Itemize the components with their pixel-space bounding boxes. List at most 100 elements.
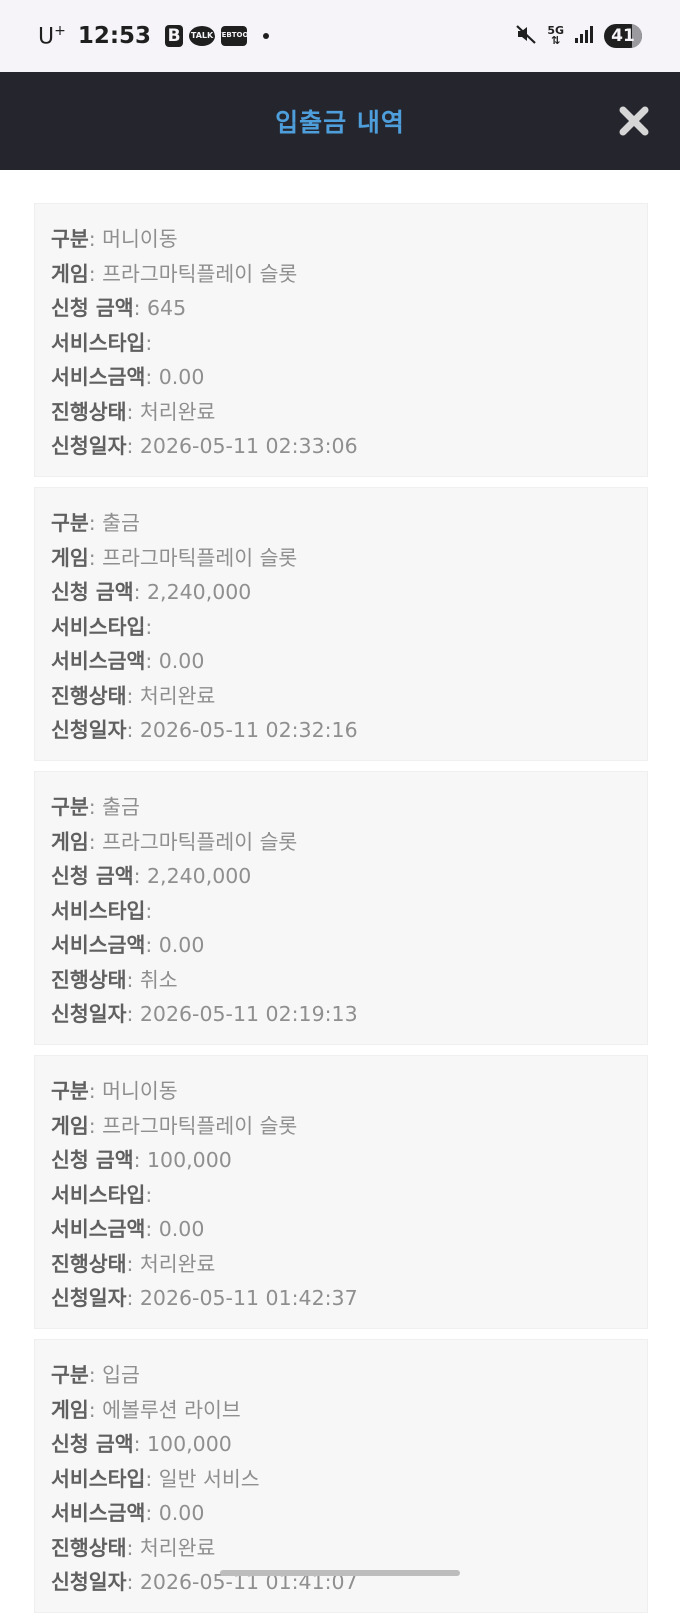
carrier-name: U (38, 24, 55, 50)
row-status: 진행상태: 처리완료 (51, 1251, 216, 1276)
signal-icon (574, 25, 594, 47)
row-amount: 신청 금액: 2,240,000 (51, 580, 252, 604)
transaction-card: 구분: 머니이동 게임: 프라그마틱플레이 슬롯 신청 금액: 100,000 … (34, 1055, 648, 1329)
network-5g-icon: 5G ⇅ (547, 25, 564, 47)
row-service-amount: 서비스금액: 0.00 (51, 649, 205, 673)
webtoon-icon: WEB TOON (214, 25, 254, 46)
value-game: 프라그마틱플레이 슬롯 (102, 545, 298, 570)
label-amount: 신청 금액 (51, 864, 134, 888)
row-date: 신청일자: 2026-05-11 02:33:06 (51, 434, 358, 458)
row-status: 진행상태: 처리완료 (51, 1535, 216, 1560)
status-bar: U+ 12:53 B TALK WEB TOON 5G ⇅ 41 (0, 0, 680, 72)
row-service-type: 서비스타입: 일반 서비스 (51, 1466, 260, 1491)
value-status: 취소 (139, 967, 178, 992)
row-service-type: 서비스타입: (51, 614, 153, 639)
row-service-type: 서비스타입: (51, 1182, 153, 1207)
network-arrows: ⇅ (551, 34, 561, 47)
label-status: 진행상태 (51, 1535, 127, 1560)
row-type: 구분: 머니이동 (51, 1079, 178, 1103)
label-service-type: 서비스타입 (51, 614, 146, 639)
label-type: 구분 (51, 1363, 89, 1387)
value-date: 2026-05-11 02:19:13 (139, 1002, 358, 1026)
close-button[interactable] (616, 103, 652, 139)
battery-icon: 41 (604, 24, 642, 48)
value-service-amount: 0.00 (158, 365, 205, 389)
value-date: 2026-05-11 01:42:37 (139, 1286, 358, 1310)
value-amount: 2,240,000 (147, 864, 252, 888)
transaction-card: 구분: 머니이동 게임: 프라그마틱플레이 슬롯 신청 금액: 645 서비스타… (34, 203, 648, 477)
label-status: 진행상태 (51, 967, 127, 992)
row-date: 신청일자: 2026-05-11 02:19:13 (51, 1002, 358, 1026)
row-game: 게임: 프라그마틱플레이 슬롯 (51, 829, 298, 854)
value-game: 프라그마틱플레이 슬롯 (102, 261, 298, 286)
label-date: 신청일자 (51, 718, 127, 742)
page-title: 입출금 내역 (275, 108, 405, 137)
value-amount: 645 (147, 296, 187, 320)
carrier-label: U+ (38, 23, 66, 49)
label-date: 신청일자 (51, 434, 127, 458)
label-service-amount: 서비스금액 (51, 1217, 146, 1241)
label-service-type: 서비스타입 (51, 330, 146, 355)
battery-level: 41 (611, 26, 635, 46)
value-status: 처리완료 (139, 399, 216, 424)
value-service-amount: 0.00 (158, 933, 205, 957)
row-status: 진행상태: 처리완료 (51, 399, 216, 424)
value-service-amount: 0.00 (158, 1501, 205, 1525)
row-status: 진행상태: 취소 (51, 967, 178, 992)
label-status: 진행상태 (51, 1251, 127, 1276)
row-game: 게임: 프라그마틱플레이 슬롯 (51, 545, 298, 570)
value-service-amount: 0.00 (158, 649, 205, 673)
value-game: 에볼루션 라이브 (102, 1397, 241, 1422)
carrier-plus: + (54, 22, 66, 39)
row-type: 구분: 출금 (51, 511, 140, 535)
label-service-amount: 서비스금액 (51, 649, 146, 673)
label-game: 게임 (51, 1113, 89, 1138)
row-type: 구분: 입금 (51, 1363, 140, 1387)
row-game: 게임: 프라그마틱플레이 슬롯 (51, 1113, 298, 1138)
value-date: 2026-05-11 02:32:16 (139, 718, 358, 742)
label-service-amount: 서비스금액 (51, 933, 146, 957)
row-amount: 신청 금액: 100,000 (51, 1432, 232, 1456)
value-type: 머니이동 (102, 1079, 178, 1103)
value-type: 머니이동 (102, 227, 178, 251)
label-amount: 신청 금액 (51, 1148, 134, 1172)
row-amount: 신청 금액: 100,000 (51, 1148, 232, 1172)
value-amount: 2,240,000 (147, 580, 252, 604)
kakaotalk-icon: TALK (189, 25, 216, 46)
label-game: 게임 (51, 829, 89, 854)
value-game: 프라그마틱플레이 슬롯 (102, 1113, 298, 1138)
home-indicator[interactable] (220, 1570, 460, 1576)
notification-dot-icon (263, 32, 270, 39)
row-type: 구분: 출금 (51, 795, 140, 819)
transaction-card: 구분: 출금 게임: 프라그마틱플레이 슬롯 신청 금액: 2,240,000 … (34, 487, 648, 761)
value-service-amount: 0.00 (158, 1217, 205, 1241)
label-type: 구분 (51, 511, 89, 535)
value-status: 처리완료 (139, 1535, 216, 1560)
label-amount: 신청 금액 (51, 580, 134, 604)
webtoon-icon-line-2: TOON (231, 31, 255, 40)
row-date: 신청일자: 2026-05-11 01:42:37 (51, 1286, 358, 1310)
label-game: 게임 (51, 261, 89, 286)
label-service-amount: 서비스금액 (51, 1501, 146, 1525)
mute-icon (515, 23, 537, 49)
transaction-list[interactable]: 구분: 머니이동 게임: 프라그마틱플레이 슬롯 신청 금액: 645 서비스타… (34, 203, 648, 1623)
row-amount: 신청 금액: 2,240,000 (51, 864, 252, 888)
label-amount: 신청 금액 (51, 296, 134, 320)
label-game: 게임 (51, 545, 89, 570)
value-service-type: 일반 서비스 (158, 1466, 260, 1491)
value-game: 프라그마틱플레이 슬롯 (102, 829, 298, 854)
row-game: 게임: 프라그마틱플레이 슬롯 (51, 261, 298, 286)
label-date: 신청일자 (51, 1286, 127, 1310)
label-type: 구분 (51, 227, 89, 251)
page-header: 입출금 내역 (0, 72, 680, 170)
label-service-type: 서비스타입 (51, 1466, 146, 1491)
row-amount: 신청 금액: 645 (51, 296, 187, 320)
value-type: 출금 (102, 511, 140, 535)
label-type: 구분 (51, 795, 89, 819)
value-status: 처리완료 (139, 683, 216, 708)
status-bar-left: U+ 12:53 B TALK WEB TOON (38, 23, 270, 49)
status-bar-right: 5G ⇅ 41 (515, 23, 642, 49)
row-type: 구분: 머니이동 (51, 227, 178, 251)
blog-app-icon: B (165, 24, 184, 47)
label-service-type: 서비스타입 (51, 1182, 146, 1207)
